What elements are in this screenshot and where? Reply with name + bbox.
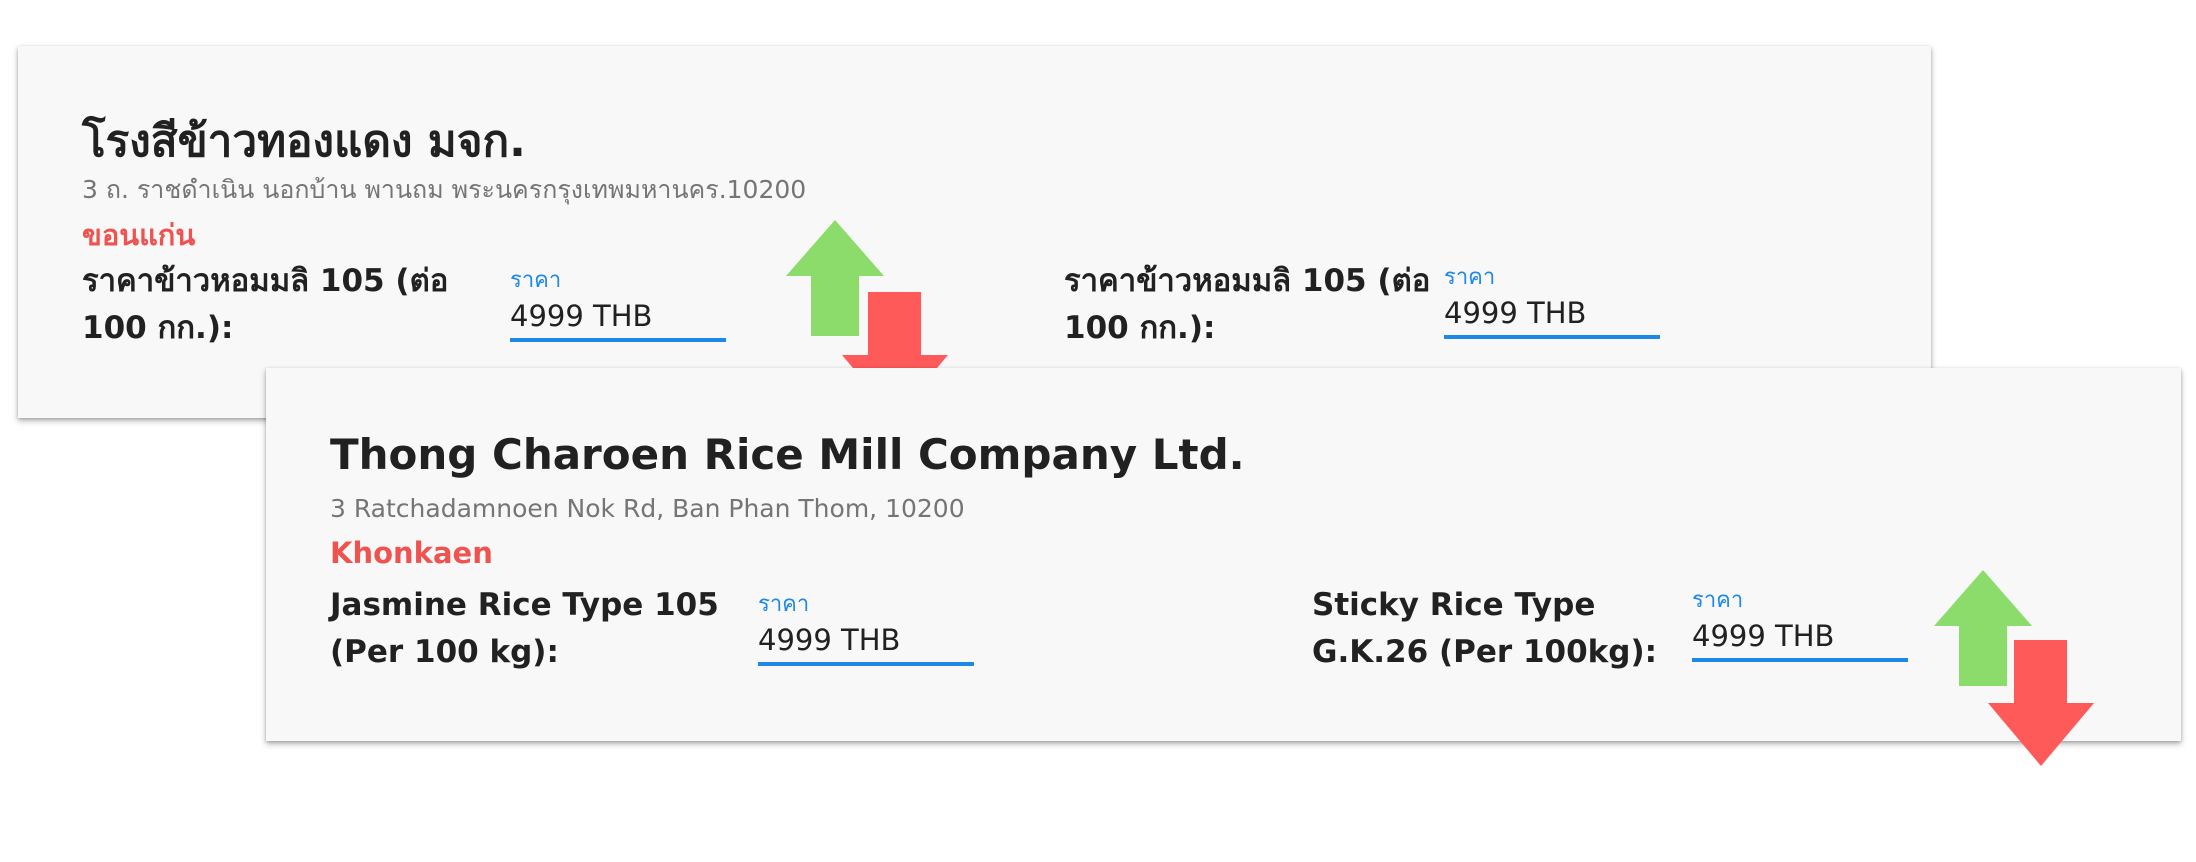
mill-address: 3 ถ. ราชดำเนิน นอกบ้าน พานถม พระนครกรุงเ… [82, 175, 807, 204]
arrow-down-icon [1988, 640, 2094, 766]
mill-title: Thong Charoen Rice Mill Company Ltd. [330, 430, 1245, 479]
rice-price-input[interactable] [1444, 291, 1660, 339]
mill-province: Khonkaen [330, 536, 493, 570]
rice-price-field: ราคา [1692, 582, 1908, 672]
mill-card-thai: โรงสีข้าวทองแดง มจก. 3 ถ. ราชดำเนิน นอกบ… [18, 46, 1931, 418]
rice-price-label: Jasmine Rice Type 105 (Per 100 kg): [330, 587, 719, 670]
price-field-label: ราคา [758, 592, 810, 617]
rice-price-label: Sticky Rice Type G.K.26 (Per 100kg): [1312, 587, 1658, 670]
mill-address: 3 Ratchadamnoen Nok Rd, Ban Phan Thom, 1… [330, 494, 965, 523]
rice-price-input[interactable] [1692, 614, 1908, 662]
mill-title: โรงสีข้าวทองแดง มจก. [82, 116, 526, 167]
mill-province: ขอนแก่น [82, 218, 196, 252]
price-field-label: ราคา [1444, 265, 1496, 290]
rice-price-input[interactable] [758, 618, 974, 666]
rice-price-field: ราคา [510, 262, 726, 352]
rice-price-field: ราคา [1444, 259, 1660, 349]
price-field-label: ราคา [1692, 588, 1744, 613]
price-field-label: ราคา [510, 268, 562, 293]
rice-price-input[interactable] [510, 294, 726, 342]
mill-card-english: Thong Charoen Rice Mill Company Ltd. 3 R… [266, 368, 2181, 766]
rice-price-field: ราคา [758, 586, 974, 676]
rice-price-label: ราคาข้าวหอมมลิ 105 (ต่อ 100 กก.): [82, 263, 449, 346]
rice-price-label: ราคาข้าวหอมมลิ 105 (ต่อ 100 กก.): [1064, 263, 1431, 346]
